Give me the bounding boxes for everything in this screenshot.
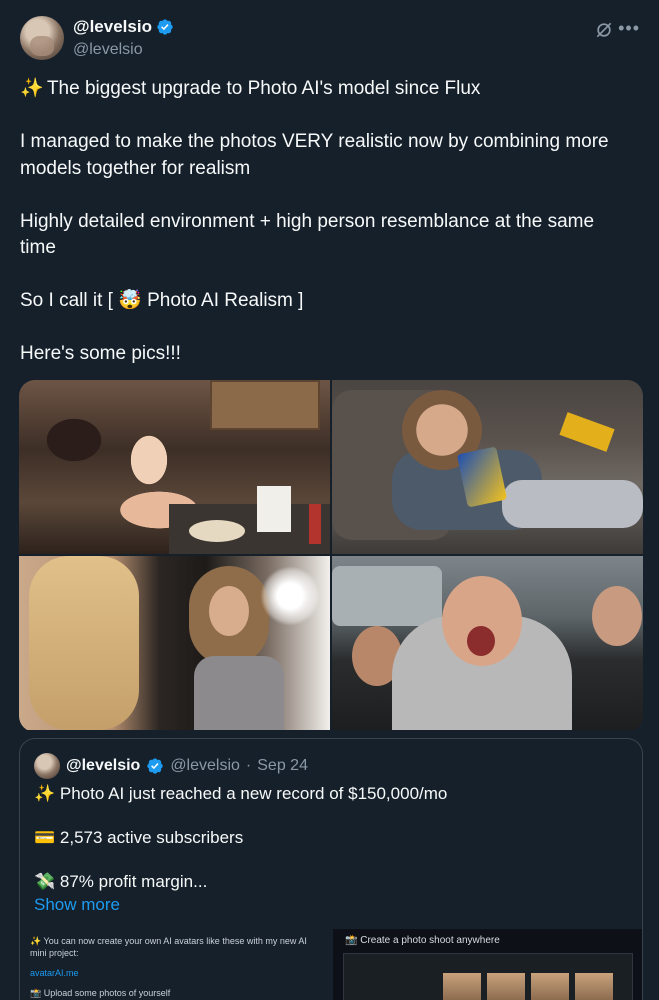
mouth-shape bbox=[467, 626, 495, 656]
grok-icon[interactable] bbox=[594, 20, 614, 40]
preview-link[interactable]: avatarAI.me bbox=[30, 967, 321, 979]
author-display-name-text[interactable]: @levelsio bbox=[73, 17, 152, 37]
tweet-paragraph: Highly detailed environment + high perso… bbox=[20, 210, 595, 259]
author-avatar[interactable] bbox=[20, 16, 64, 60]
chips-shape bbox=[559, 412, 615, 452]
quoted-tweet-media: ✨ You can now create your own AI avatars… bbox=[20, 929, 642, 1000]
quoted-tweet-line: ✨ Photo AI just reached a new record of … bbox=[34, 784, 448, 803]
paper-towel-shape bbox=[257, 486, 291, 532]
thumbnail bbox=[443, 973, 481, 1000]
preview-line: 📸 Upload some photos of yourself bbox=[30, 988, 171, 998]
quoted-author-display-name[interactable]: @levelsio bbox=[66, 757, 140, 775]
separator-dot: · bbox=[245, 757, 252, 774]
preview-line: ✨ You can now create your own AI avatars… bbox=[30, 936, 307, 958]
cabinet-shape bbox=[210, 380, 320, 430]
quoted-preview-left[interactable]: ✨ You can now create your own AI avatars… bbox=[20, 929, 331, 1000]
photo-car-selfie[interactable] bbox=[332, 556, 643, 730]
quoted-author-handle[interactable]: @levelsio bbox=[170, 757, 240, 775]
tweet-text: ✨ The biggest upgrade to Photo AI's mode… bbox=[20, 76, 635, 394]
tweet-paragraph: ✨ The biggest upgrade to Photo AI's mode… bbox=[20, 76, 635, 103]
car-window-shape bbox=[332, 566, 442, 626]
hair-shape bbox=[29, 556, 139, 730]
author-display-name[interactable]: @levelsio bbox=[73, 16, 174, 38]
quoted-tweet[interactable]: @levelsio @levelsio · Sep 24 ✨ Photo AI … bbox=[19, 738, 643, 1000]
tweet-paragraph: Here's some pics!!! bbox=[20, 343, 181, 364]
quoted-tweet-text: ✨ Photo AI just reached a new record of … bbox=[34, 783, 624, 915]
photo-mirror-selfie[interactable] bbox=[19, 556, 330, 730]
quoted-author-avatar[interactable] bbox=[34, 753, 60, 779]
thumbnail bbox=[575, 973, 613, 1000]
preview-title: 📸 Create a photo shoot anywhere bbox=[345, 935, 500, 946]
tweet-paragraph: I managed to make the photos VERY realis… bbox=[20, 131, 609, 179]
quoted-tweet-line: 💸 87% profit margin... bbox=[34, 872, 208, 891]
verified-badge-icon bbox=[147, 758, 163, 774]
bottle-shape bbox=[309, 504, 321, 544]
show-more-link[interactable]: Show more bbox=[34, 895, 120, 915]
quoted-preview-right[interactable]: 📸 Create a photo shoot anywhere bbox=[333, 929, 642, 1000]
photo-couch-chips[interactable] bbox=[332, 380, 643, 554]
sparkles-emoji: ✨ bbox=[20, 78, 44, 99]
photo-party-kitchen[interactable] bbox=[19, 380, 330, 554]
tweet-paragraph: So I call it [ 🤯 Photo AI Realism ] bbox=[20, 290, 304, 311]
thumbnail bbox=[531, 973, 569, 1000]
thumbnail bbox=[487, 973, 525, 1000]
quoted-tweet-line: 💳 2,573 active subscribers bbox=[34, 828, 244, 847]
quoted-tweet-date[interactable]: Sep 24 bbox=[257, 757, 308, 775]
more-options-icon[interactable]: ••• bbox=[618, 18, 640, 39]
face-shape bbox=[209, 586, 249, 636]
dress-shape bbox=[194, 656, 284, 730]
verified-badge-icon bbox=[157, 19, 173, 35]
pants-shape bbox=[502, 480, 643, 528]
plate-shape bbox=[189, 520, 245, 542]
author-name-block: @levelsio @levelsio bbox=[73, 16, 174, 59]
tweet-header: @levelsio @levelsio ••• bbox=[20, 16, 640, 64]
author-handle[interactable]: @levelsio bbox=[73, 41, 174, 59]
person-head-shape bbox=[592, 586, 642, 646]
camera-flash-shape bbox=[260, 566, 320, 626]
preview-thumbnails bbox=[443, 973, 613, 1000]
tweet-paragraph-text: The biggest upgrade to Photo AI's model … bbox=[46, 78, 481, 99]
tweet-media-grid bbox=[19, 380, 643, 732]
quoted-tweet-header: @levelsio @levelsio · Sep 24 bbox=[34, 753, 308, 779]
